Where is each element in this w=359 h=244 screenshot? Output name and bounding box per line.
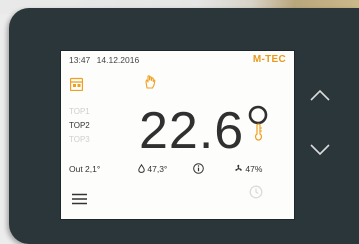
- humidity-group: 47%: [234, 164, 262, 174]
- temperature-readout: 22.6: [139, 105, 244, 157]
- drop-icon: [138, 163, 145, 173]
- status-bar: 13:47 14.12.2016: [69, 55, 139, 65]
- water-temp: 47,3°: [147, 164, 168, 174]
- outdoor-temp: Out 2,1°: [69, 164, 101, 174]
- mode-top2[interactable]: TOP2: [69, 121, 90, 130]
- water-temp-group: 47,3°: [138, 163, 168, 174]
- mode-top3[interactable]: TOP3: [69, 135, 90, 144]
- mode-top1[interactable]: TOP1: [69, 107, 90, 116]
- info-icon[interactable]: [193, 163, 204, 174]
- fan-icon: [235, 164, 242, 171]
- thermostat-device: 13:47 14.12.2016 M-TEC TOP1 TOP2 TOP3 22…: [9, 8, 359, 244]
- brand-logo: M-TEC: [252, 54, 286, 65]
- humidity: 47%: [245, 164, 263, 174]
- chevron-down-icon[interactable]: [310, 143, 330, 157]
- temperature-value: 22.6: [139, 102, 245, 160]
- hand-icon[interactable]: [144, 74, 156, 89]
- date-label: 14.12.2016: [96, 55, 140, 65]
- clock-icon[interactable]: [249, 185, 263, 199]
- time-label: 13:47: [69, 55, 91, 65]
- chevron-up-icon[interactable]: [310, 88, 330, 102]
- menu-icon[interactable]: [72, 193, 87, 205]
- calendar-icon[interactable]: [70, 77, 83, 91]
- thermometer-icon: [254, 123, 263, 141]
